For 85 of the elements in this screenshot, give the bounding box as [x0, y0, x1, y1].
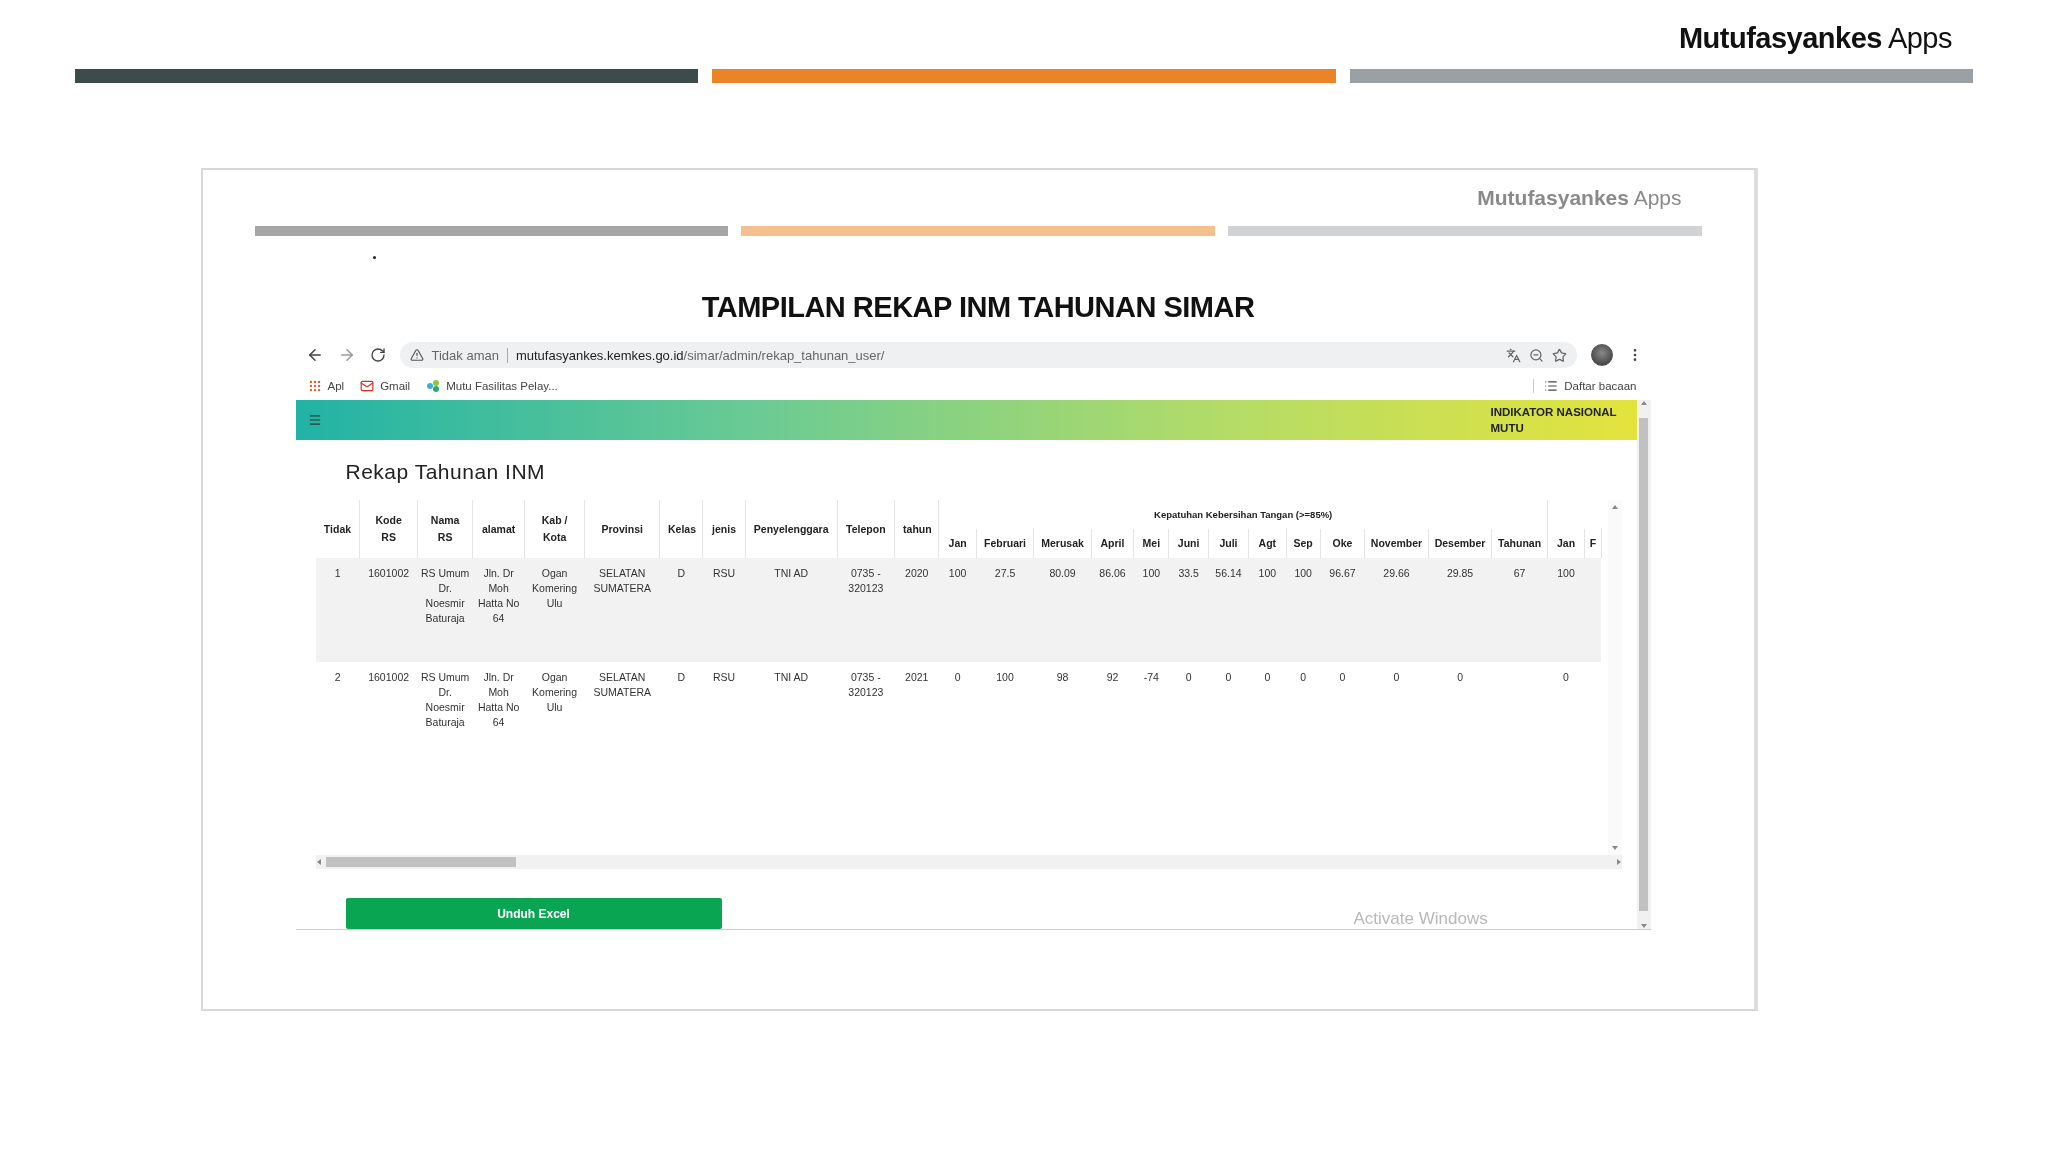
table-cell: RSU: [713, 567, 736, 579]
zoom-out-icon[interactable]: [1528, 347, 1544, 363]
url-path: /simar/admin/rekap_tahunan_user/: [683, 347, 885, 363]
table-cell: 0: [1264, 671, 1271, 683]
scroll-arrow-up-icon[interactable]: [1640, 400, 1647, 406]
warning-icon: [409, 348, 424, 362]
horizontal-scrollbar[interactable]: [315, 855, 1622, 869]
slide-heading: TAMPILAN REKAP INM TAHUNAN SIMAR: [701, 291, 1255, 324]
table-cell: -74: [1143, 671, 1159, 683]
bookmark-item[interactable]: Mutu Fasilitas Pelay...: [426, 379, 558, 393]
table-cell: 0: [1393, 671, 1400, 683]
address-bar[interactable]: Tidak aman mutufasyankes.kemkes.go.id/simar/admin/rekap_tahunan_user/: [399, 342, 1577, 368]
scroll-arrow-down-icon[interactable]: [1640, 923, 1647, 929]
reload-icon[interactable]: [369, 347, 386, 363]
table-cell: Jln. Dr Moh Hatta No 64: [477, 671, 520, 728]
table-cell: 0: [1563, 671, 1569, 683]
scroll-arrow-down-icon[interactable]: [1611, 845, 1618, 851]
table-cell: 67: [1513, 567, 1526, 579]
table-cell: 0: [954, 671, 961, 683]
table-cell: 0: [1339, 671, 1346, 683]
reading-list-icon: [1544, 379, 1559, 393]
star-icon[interactable]: [1551, 347, 1567, 363]
activation-watermark: Activate Windows: [1353, 909, 1488, 929]
table-cell: RS Umum Dr. Noesmir Baturaja: [420, 671, 470, 728]
table-cell: 100: [1258, 567, 1277, 579]
menu-icon[interactable]: [307, 413, 322, 427]
table-cell: 100: [1557, 567, 1575, 579]
brand-title: Mutufasyankes Apps: [1477, 186, 1682, 210]
leaf-logo-icon: [426, 379, 441, 393]
table-cell: 2020: [905, 567, 929, 579]
table-cell: D: [677, 671, 685, 683]
table-cell: 0: [1185, 671, 1192, 683]
table-cell: 29.85: [1446, 567, 1474, 579]
table-scrollbar[interactable]: [1607, 500, 1622, 855]
header-title: INDIKATOR NASIONAL MUTU: [1490, 405, 1618, 436]
security-label: Tidak aman: [431, 347, 508, 363]
table-cell: 0: [1300, 671, 1307, 683]
scroll-arrow-up-icon[interactable]: [1611, 504, 1618, 510]
bookmark-item[interactable]: Apl: [307, 379, 345, 393]
table-cell: 96.67: [1329, 567, 1356, 579]
brand-title: Mutufasyankes Apps: [1678, 22, 1952, 55]
mail-icon: [360, 379, 375, 393]
table-cell: 100: [948, 567, 967, 579]
table-cell: Jln. Dr Moh Hatta No 64: [477, 567, 520, 624]
table-cell: 100: [1142, 567, 1161, 579]
table-cell: RSU: [713, 671, 736, 683]
table-cell: RS Umum Dr. Noesmir Baturaja: [420, 567, 470, 624]
page-title: Rekap Tahunan INM: [345, 460, 547, 484]
table-cell: 98: [1056, 671, 1069, 683]
table-cell: SELATAN SUMATERA: [593, 671, 651, 698]
avatar[interactable]: [1590, 344, 1613, 366]
table-cell: 0: [1457, 671, 1463, 683]
table-cell: 86.06: [1099, 567, 1126, 579]
table-cell: 80.09: [1049, 567, 1076, 579]
table-cell: Ogan Komering Ulu: [532, 671, 578, 713]
reading-list-link[interactable]: Daftar bacaan: [1533, 379, 1637, 393]
scroll-arrow-right-icon[interactable]: [1615, 859, 1622, 865]
table-cell: 1601002: [368, 671, 410, 683]
table-cell: 0735 - 320123: [848, 567, 884, 594]
group-header: Kepatuhan Kebersihan Tangan (>=85%): [938, 500, 1548, 529]
table-cell: 0735 - 320123: [848, 671, 884, 698]
dot-mark: [372, 256, 376, 259]
table-cell: TNI AD: [774, 567, 809, 579]
url-host: mutufasyankes.kemkes.go.id: [515, 347, 684, 363]
scroll-arrow-left-icon[interactable]: [315, 859, 322, 865]
table-cell: SELATAN SUMATERA: [593, 567, 651, 594]
bookmark-item[interactable]: Gmail: [360, 379, 411, 393]
table-cell: 33.5: [1178, 567, 1199, 579]
table-cell: 2: [334, 671, 341, 683]
apps-grid-icon: [307, 379, 322, 393]
table-cell: TNI AD: [774, 671, 809, 683]
page-scrollbar[interactable]: [1636, 400, 1651, 929]
table-cell: 100: [1294, 567, 1312, 579]
table-cell: 1601002: [368, 567, 410, 579]
table-cell: 29.66: [1383, 567, 1410, 579]
table-cell: 27.5: [994, 567, 1016, 579]
translate-icon[interactable]: [1505, 347, 1521, 363]
table-cell: 1: [334, 567, 341, 579]
table-cell: 92: [1106, 671, 1119, 683]
table-cell: D: [677, 567, 685, 579]
table-cell: 0: [1225, 671, 1232, 683]
table-cell: 2021: [905, 671, 929, 683]
table-cell: Ogan Komering Ulu: [532, 567, 578, 609]
table-cell: 56.14: [1215, 567, 1242, 579]
table-cell: 100: [996, 671, 1014, 683]
